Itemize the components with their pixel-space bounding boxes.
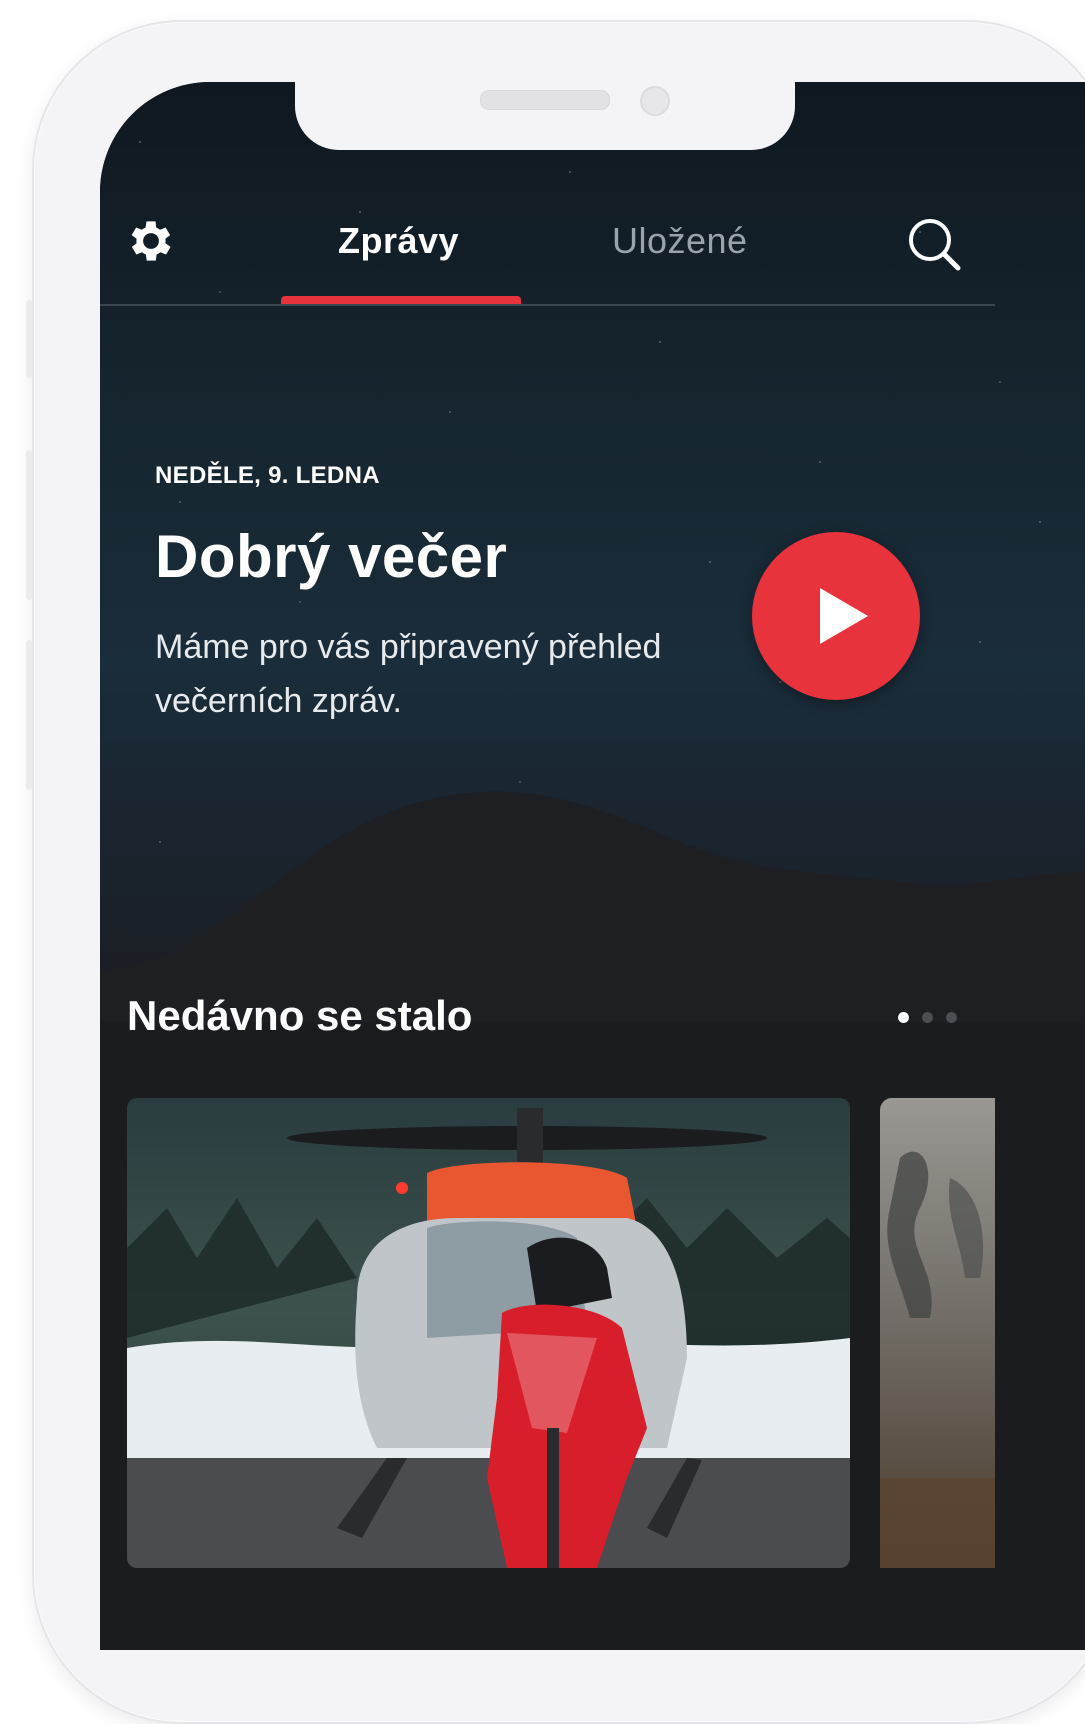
top-navigation: Zprávy Uložené <box>100 190 995 306</box>
play-icon <box>820 588 868 644</box>
hill-silhouette <box>100 791 1085 1022</box>
pager-dot[interactable] <box>922 1012 933 1023</box>
phone-speaker <box>480 90 610 110</box>
news-card-image <box>127 1098 850 1568</box>
section-title: Nedávno se stalo <box>127 992 473 1039</box>
tab-news[interactable]: Zprávy <box>338 220 459 262</box>
gear-icon[interactable] <box>124 214 178 268</box>
phone-side-button <box>26 640 32 790</box>
hero-date: NEDĚLE, 9. LEDNA <box>155 462 380 489</box>
carousel-pager <box>898 1012 957 1023</box>
phone-camera <box>640 86 670 116</box>
hero-message: Máme pro vás připravený přehled večerníc… <box>155 628 662 720</box>
news-card-image <box>880 1098 995 1568</box>
tab-saved[interactable]: Uložené <box>612 220 748 262</box>
news-card[interactable] <box>127 1098 850 1568</box>
active-tab-indicator <box>281 296 521 304</box>
search-icon[interactable] <box>906 216 962 272</box>
pager-dot[interactable] <box>946 1012 957 1023</box>
pager-dot[interactable] <box>898 1012 909 1023</box>
phone-side-button <box>26 450 32 600</box>
play-button[interactable] <box>752 532 920 700</box>
phone-side-button <box>26 300 32 378</box>
hero-greeting: Dobrý večer <box>155 523 508 590</box>
news-card[interactable] <box>880 1098 995 1568</box>
nav-divider <box>100 304 995 306</box>
